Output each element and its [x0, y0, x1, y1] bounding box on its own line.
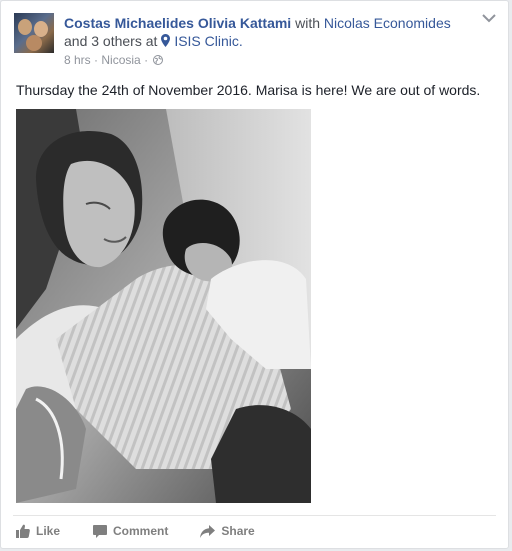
- photo-image: [16, 109, 311, 503]
- actions-divider: [13, 515, 496, 516]
- like-button[interactable]: Like: [16, 524, 60, 538]
- post-actions: Like Comment Share: [16, 521, 255, 541]
- place-link[interactable]: ISIS Clinic.: [174, 33, 242, 49]
- chevron-down-icon[interactable]: [482, 13, 496, 23]
- comment-icon: [93, 524, 108, 538]
- post-meta: 8 hrs · Nicosia ·: [64, 53, 164, 68]
- like-label: Like: [36, 524, 61, 538]
- author-name-link[interactable]: Costas Michaelides Olivia Kattami: [64, 15, 291, 31]
- tagged-person-link[interactable]: Nicolas Economides: [324, 15, 451, 31]
- thumbs-up-icon: [16, 524, 30, 538]
- meta-separator: ·: [94, 53, 99, 67]
- others-link[interactable]: 3 others: [91, 33, 142, 49]
- meta-separator-2: ·: [144, 53, 149, 67]
- share-icon: [200, 524, 216, 538]
- post-text: Thursday the 24th of November 2016. Mari…: [16, 82, 481, 98]
- share-button[interactable]: Share: [200, 524, 255, 538]
- comment-label: Comment: [113, 524, 169, 538]
- post-header: Costas Michaelides Olivia Kattami with N…: [64, 14, 451, 32]
- globe-icon[interactable]: [153, 55, 164, 65]
- comment-button[interactable]: Comment: [93, 524, 168, 538]
- location-pin-icon: [161, 34, 171, 47]
- post-header-line2: and 3 others at ISIS Clinic.: [64, 32, 243, 50]
- timestamp-link[interactable]: 8 hrs: [64, 53, 91, 67]
- avatar[interactable]: [14, 13, 54, 53]
- location-link[interactable]: Nicosia: [101, 53, 140, 67]
- share-label: Share: [221, 524, 255, 538]
- at-text: at: [145, 33, 158, 49]
- with-text: with: [295, 15, 320, 31]
- post-photo[interactable]: [16, 109, 311, 503]
- post-card: Costas Michaelides Olivia Kattami with N…: [0, 0, 509, 549]
- and-text: and: [64, 33, 88, 49]
